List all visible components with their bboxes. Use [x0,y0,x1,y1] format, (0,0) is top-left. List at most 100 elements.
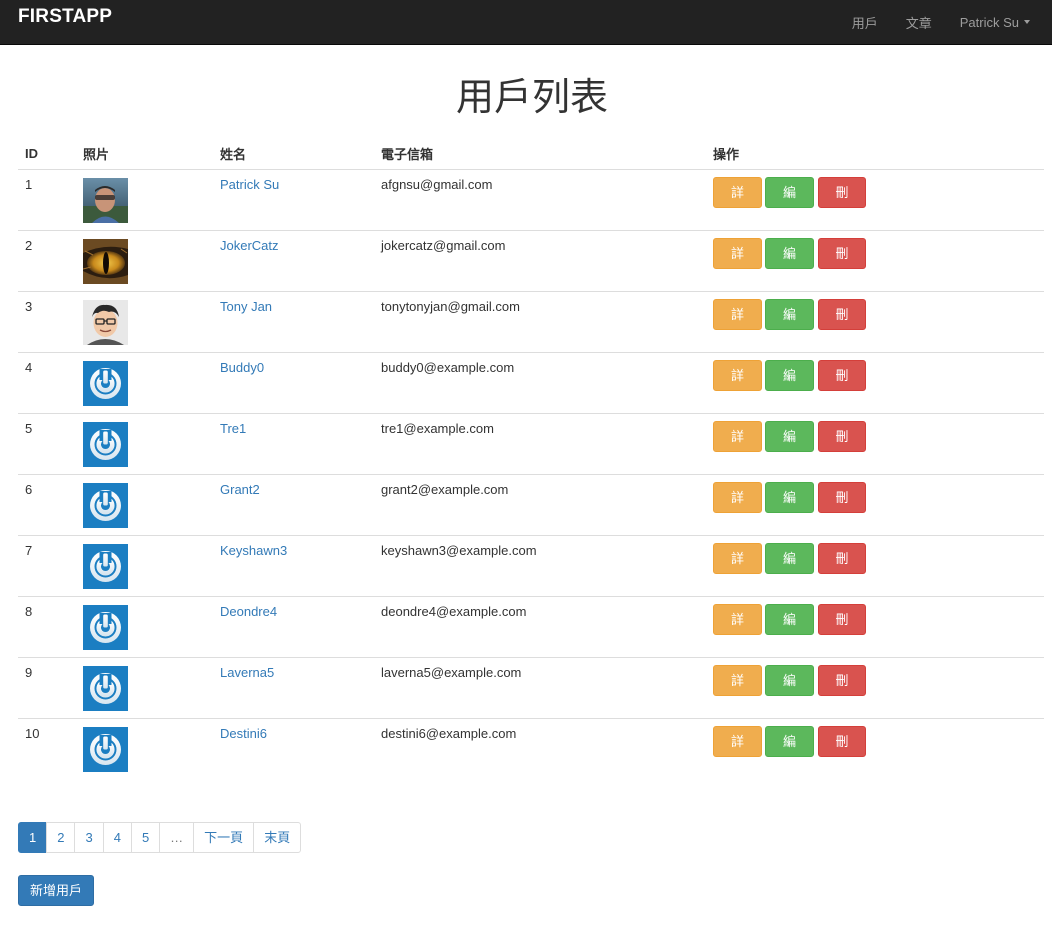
page-link-5[interactable]: 5 [130,822,161,853]
row-actions: 詳細 編輯 刪除 [706,351,1044,413]
row-name: Tre1 [213,412,374,474]
delete-button[interactable]: 刪除 [818,359,866,412]
user-name-link[interactable]: Tony Jan [220,299,272,314]
edit-button[interactable]: 編輯 [765,298,814,351]
page-link-4[interactable]: 4 [102,822,132,853]
row-id: 7 [18,534,76,596]
user-name-link[interactable]: Laverna5 [220,665,274,680]
nav-link-users[interactable]: 用戶 [852,13,878,32]
detail-button[interactable]: 詳細 [713,603,762,656]
row-id: 5 [18,412,76,474]
row-email: jokercatz@gmail.com [374,229,706,291]
row-id: 8 [18,595,76,657]
row-photo [76,534,213,596]
row-photo [76,229,213,291]
user-name-link[interactable]: Buddy0 [220,360,264,375]
header-photo: 照片 [76,138,213,170]
user-menu-dropdown[interactable]: Patrick Su [960,15,1030,30]
delete-button[interactable]: 刪除 [818,542,866,595]
row-actions: 詳細 編輯 刪除 [706,473,1044,535]
row-actions: 詳細 編輯 刪除 [706,534,1044,596]
user-name-link[interactable]: Tre1 [220,421,246,436]
header-actions: 操作 [706,138,1044,170]
detail-button[interactable]: 詳細 [713,725,762,778]
detail-button[interactable]: 詳細 [713,420,762,473]
edit-button[interactable]: 編輯 [765,725,814,778]
edit-button[interactable]: 編輯 [765,420,814,473]
table-row: 8 Deondre4 deondre4@example.com 詳細 編輯 刪除 [18,595,1044,657]
page-link-3[interactable]: 3 [74,822,104,853]
edit-button[interactable]: 編輯 [765,237,814,290]
page-title: 用戶列表 [455,75,608,119]
table-row: 9 Laverna5 laverna5@example.com 詳細 編輯 刪除 [18,656,1044,718]
row-name: Deondre4 [213,595,374,657]
top-navbar: FIRSTAPP 用戶 文章 Patrick Su [0,0,1052,45]
table-row: 3 Tony Jan tonytonyjan@gmail.com 詳細 編輯 刪除 [18,290,1044,352]
edit-button[interactable]: 編輯 [765,603,814,656]
detail-button[interactable]: 詳細 [713,542,762,595]
header-id: ID [18,138,76,170]
brand-logo[interactable]: FIRSTAPP [18,6,112,28]
page-last[interactable]: 末頁 [253,822,302,853]
delete-button[interactable]: 刪除 [818,481,866,534]
pagination: 1 2 3 4 5… 下一頁 末頁 [18,822,302,853]
avatar [83,604,128,650]
edit-button[interactable]: 編輯 [765,176,814,229]
delete-button[interactable]: 刪除 [818,237,866,290]
row-photo [76,595,213,657]
detail-button[interactable]: 詳細 [713,664,762,717]
user-name-link[interactable]: Deondre4 [220,604,277,619]
user-table: ID 照片 姓名 電子信箱 操作 1 Patrick Su afgnsu@gmail… [18,138,1044,779]
page-link-2[interactable]: 2 [46,822,76,853]
user-name-link[interactable]: Patrick Su [220,177,279,192]
row-id: 6 [18,473,76,535]
row-name: Destini6 [213,717,374,779]
header-email: 電子信箱 [374,138,706,170]
delete-button[interactable]: 刪除 [818,664,866,717]
avatar [83,665,128,711]
row-actions: 詳細 編輯 刪除 [706,168,1044,230]
nav-link-articles[interactable]: 文章 [906,13,932,32]
user-name-link[interactable]: Destini6 [220,726,267,741]
page-link-1[interactable]: 1 [18,822,48,853]
new-user-button[interactable]: 新增用戶 [18,875,95,906]
row-name: Laverna5 [213,656,374,718]
row-photo [76,168,213,230]
user-name-link[interactable]: Grant2 [220,482,260,497]
detail-button[interactable]: 詳細 [713,176,762,229]
header-name: 姓名 [213,138,374,170]
row-id: 1 [18,168,76,230]
avatar [83,726,128,772]
row-email: tre1@example.com [374,412,706,474]
delete-button[interactable]: 刪除 [818,176,866,229]
nav-link-articles-label: 文章 [905,15,932,31]
user-name-link[interactable]: Keyshawn3 [220,543,287,558]
detail-button[interactable]: 詳細 [713,481,762,534]
row-email: destini6@example.com [374,717,706,779]
row-id: 4 [18,351,76,413]
row-id: 3 [18,290,76,352]
avatar [83,360,128,406]
detail-button[interactable]: 詳細 [713,359,762,412]
delete-button[interactable]: 刪除 [818,725,866,778]
row-email: keyshawn3@example.com [374,534,706,596]
row-id: 9 [18,656,76,718]
delete-button[interactable]: 刪除 [818,420,866,473]
row-email: grant2@example.com [374,473,706,535]
edit-button[interactable]: 編輯 [765,481,814,534]
edit-button[interactable]: 編輯 [765,359,814,412]
avatar [83,421,128,467]
row-email: laverna5@example.com [374,656,706,718]
edit-button[interactable]: 編輯 [765,542,814,595]
page-next[interactable]: 下一頁 [193,822,255,853]
row-actions: 詳細 編輯 刪除 [706,595,1044,657]
delete-button[interactable]: 刪除 [818,603,866,656]
table-row: 4 Buddy0 buddy0@example.com 詳細 編輯 刪除 [18,351,1044,413]
delete-button[interactable]: 刪除 [818,298,866,351]
user-name-link[interactable]: JokerCatz [220,238,279,253]
row-name: Buddy0 [213,351,374,413]
detail-button[interactable]: 詳細 [713,298,762,351]
table-row: 6 Grant2 grant2@example.com 詳細 編輯 刪除 [18,473,1044,535]
detail-button[interactable]: 詳細 [713,237,762,290]
edit-button[interactable]: 編輯 [765,664,814,717]
